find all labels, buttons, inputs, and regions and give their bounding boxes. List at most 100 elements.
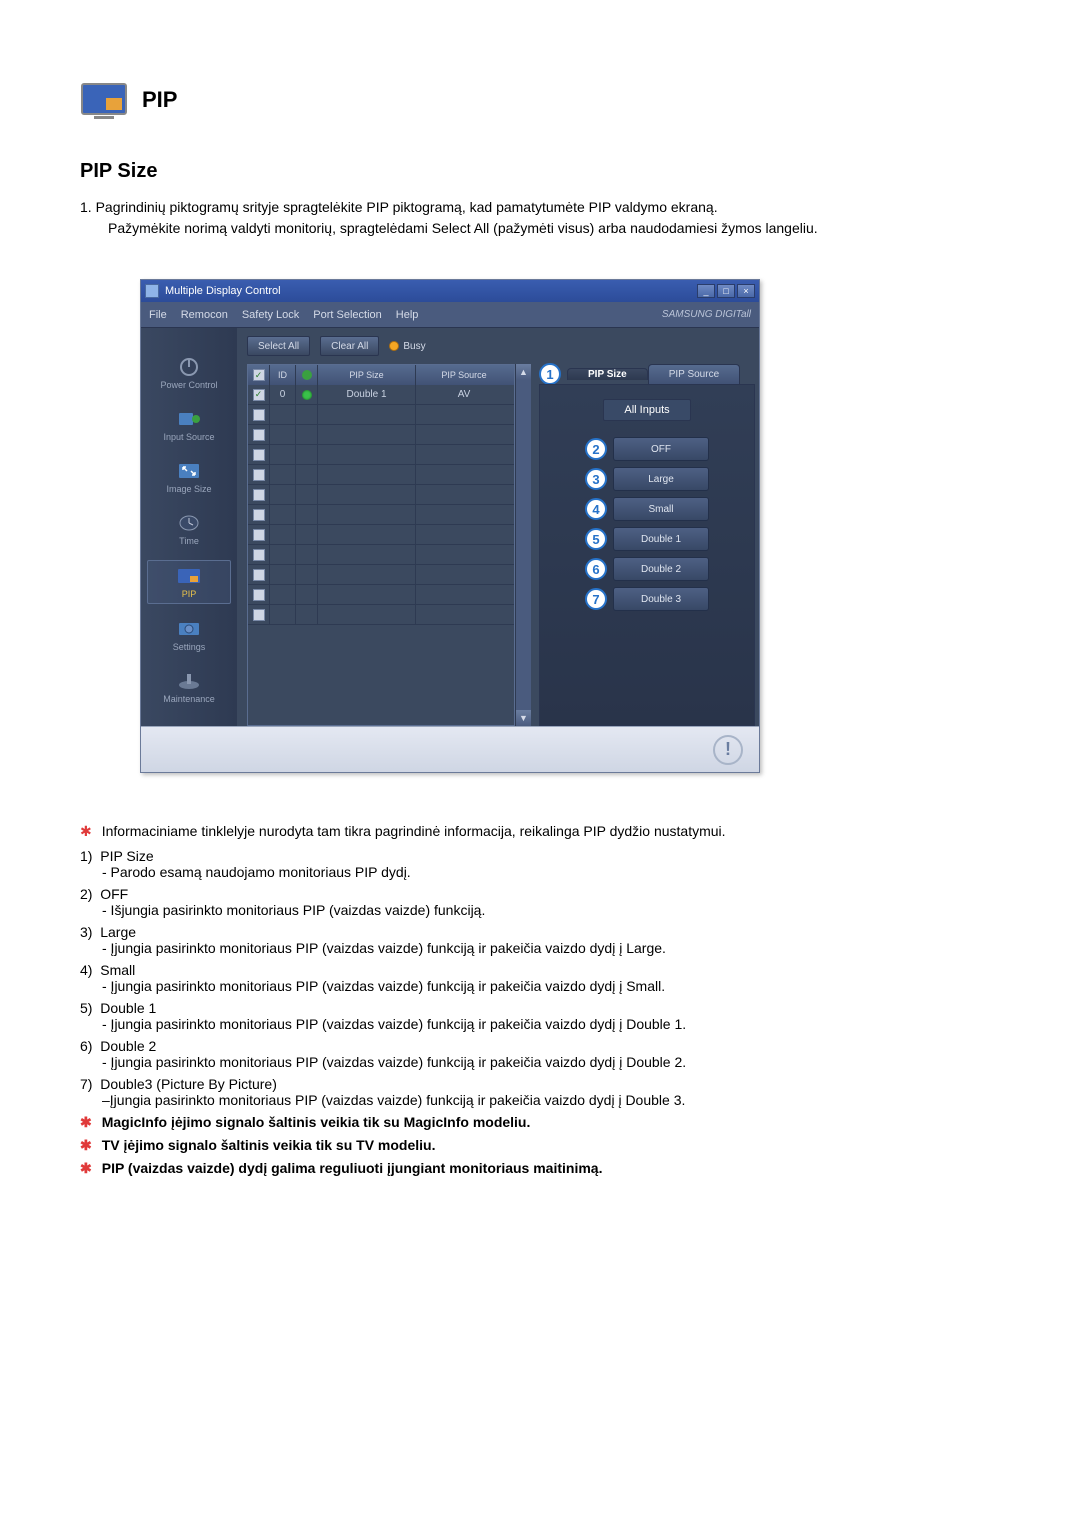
callout-num: 3 <box>585 468 607 490</box>
info-note: ✱ Informaciniame tinklelyje nurodyta tam… <box>80 823 1000 840</box>
window-buttons: _ □ × <box>697 284 755 298</box>
led-icon <box>302 390 312 400</box>
sidebar-item-image-size[interactable]: Image Size <box>147 456 231 498</box>
status-header-icon <box>301 369 313 381</box>
col-status[interactable] <box>296 365 318 385</box>
option-double1[interactable]: Double 1 <box>613 527 709 551</box>
checkbox-icon[interactable] <box>253 549 265 561</box>
table-row[interactable] <box>248 525 514 545</box>
checkbox-icon[interactable] <box>253 509 265 521</box>
list-item: 4) Small - Įjungia pasirinkto monitoriau… <box>80 962 1000 994</box>
info-note-text: Informaciniame tinklelyje nurodyta tam t… <box>102 823 726 839</box>
checkbox-icon[interactable] <box>253 449 265 461</box>
grid: ID PIP Size PIP Source 0 Doubl <box>247 364 515 726</box>
table-row[interactable] <box>248 505 514 525</box>
table-row[interactable] <box>248 565 514 585</box>
busy-dot-icon <box>389 341 399 351</box>
col-pip-size[interactable]: PIP Size <box>318 365 416 385</box>
item-num: 6) <box>80 1038 92 1054</box>
menu-file[interactable]: File <box>149 309 167 321</box>
grid-scrollbar[interactable]: ▲ ▼ <box>515 364 531 726</box>
option-small[interactable]: Small <box>613 497 709 521</box>
checkbox-icon[interactable] <box>253 469 265 481</box>
sidebar-label: Maintenance <box>163 694 215 704</box>
callout-6: 6Double 2 <box>585 557 709 581</box>
image-size-icon <box>174 460 204 482</box>
item-desc: - Parodo esamą naudojamo monitoriaus PIP… <box>102 864 1000 880</box>
clear-all-button[interactable]: Clear All <box>320 336 379 356</box>
checkbox-icon[interactable] <box>253 529 265 541</box>
table-row[interactable] <box>248 445 514 465</box>
info-icon[interactable]: ! <box>713 735 743 765</box>
sidebar-item-input-source[interactable]: Input Source <box>147 404 231 446</box>
star-icon: ✱ <box>80 1114 92 1131</box>
table-row[interactable] <box>248 485 514 505</box>
item-desc: - Įjungia pasirinkto monitoriaus PIP (va… <box>102 1054 1000 1070</box>
scroll-track[interactable] <box>516 380 531 710</box>
list-item: 3) Large - Įjungia pasirinkto monitoriau… <box>80 924 1000 956</box>
main-columns: ID PIP Size PIP Source 0 Doubl <box>237 364 759 726</box>
row-led <box>296 385 318 404</box>
sidebar-item-maintenance[interactable]: Maintenance <box>147 666 231 708</box>
menubar-items: File Remocon Safety Lock Port Selection … <box>149 309 418 321</box>
sidebar-item-time[interactable]: Time <box>147 508 231 550</box>
item-num: 5) <box>80 1000 92 1016</box>
intro-line1: 1. Pagrindinių piktogramų srityje spragt… <box>80 197 1000 218</box>
sidebar-label: Settings <box>173 642 206 652</box>
item-num: 1) <box>80 848 92 864</box>
maximize-button[interactable]: □ <box>717 284 735 298</box>
checkbox-icon[interactable] <box>253 489 265 501</box>
col-id[interactable]: ID <box>270 365 296 385</box>
option-double2[interactable]: Double 2 <box>613 557 709 581</box>
checkbox-icon[interactable] <box>253 569 265 581</box>
sidebar-label: PIP <box>182 589 197 599</box>
col-checkbox[interactable] <box>248 365 270 385</box>
table-row[interactable] <box>248 585 514 605</box>
numbered-list: 1) PIP Size - Parodo esamą naudojamo mon… <box>80 848 1000 1108</box>
checkbox-icon[interactable] <box>253 409 265 421</box>
minimize-button[interactable]: _ <box>697 284 715 298</box>
scroll-up-icon[interactable]: ▲ <box>516 364 531 380</box>
section-title: PIP Size <box>80 160 1000 183</box>
list-item: 1) PIP Size - Parodo esamą naudojamo mon… <box>80 848 1000 880</box>
item-num: 7) <box>80 1076 92 1092</box>
bold-note-text: PIP (vaizdas vaizde) dydį galima reguliu… <box>102 1160 603 1176</box>
callout-1: 1 PIP Size <box>539 364 648 384</box>
bold-note-1: ✱ MagicInfo įėjimo signalo šaltinis veik… <box>80 1114 1000 1131</box>
table-row[interactable] <box>248 545 514 565</box>
menu-remocon[interactable]: Remocon <box>181 309 228 321</box>
checkbox-icon[interactable] <box>253 589 265 601</box>
checkbox-icon[interactable] <box>253 609 265 621</box>
col-pip-source[interactable]: PIP Source <box>416 365 512 385</box>
table-row[interactable] <box>248 425 514 445</box>
list-item: 2) OFF - Išjungia pasirinkto monitoriaus… <box>80 886 1000 918</box>
header-checkbox-icon <box>253 369 265 381</box>
option-off[interactable]: OFF <box>613 437 709 461</box>
scroll-down-icon[interactable]: ▼ <box>516 710 531 726</box>
menu-help[interactable]: Help <box>396 309 419 321</box>
row-checkbox[interactable] <box>248 385 270 404</box>
table-row[interactable] <box>248 465 514 485</box>
sidebar-item-power-control[interactable]: Power Control <box>147 352 231 394</box>
app-screenshot: Multiple Display Control _ □ × File Remo… <box>80 279 1000 773</box>
option-double3[interactable]: Double 3 <box>613 587 709 611</box>
close-button[interactable]: × <box>737 284 755 298</box>
sidebar-item-pip[interactable]: PIP <box>147 560 231 604</box>
option-large[interactable]: Large <box>613 467 709 491</box>
grid-container: ID PIP Size PIP Source 0 Doubl <box>247 364 531 726</box>
list-item: 7) Double3 (Picture By Picture) –Įjungia… <box>80 1076 1000 1108</box>
table-row[interactable] <box>248 405 514 425</box>
table-row[interactable]: 0 Double 1 AV <box>248 385 514 405</box>
grid-header: ID PIP Size PIP Source <box>248 365 514 385</box>
callout-4: 4Small <box>585 497 709 521</box>
table-row[interactable] <box>248 605 514 625</box>
checkbox-icon[interactable] <box>253 429 265 441</box>
select-all-button[interactable]: Select All <box>247 336 310 356</box>
tab-pip-source[interactable]: PIP Source <box>648 364 740 384</box>
menu-safety-lock[interactable]: Safety Lock <box>242 309 299 321</box>
callout-num: 5 <box>585 528 607 550</box>
tab-pip-size[interactable]: PIP Size <box>567 368 648 380</box>
item-desc: - Įjungia pasirinkto monitoriaus PIP (va… <box>102 978 1000 994</box>
sidebar-item-settings[interactable]: Settings <box>147 614 231 656</box>
menu-port-selection[interactable]: Port Selection <box>313 309 381 321</box>
